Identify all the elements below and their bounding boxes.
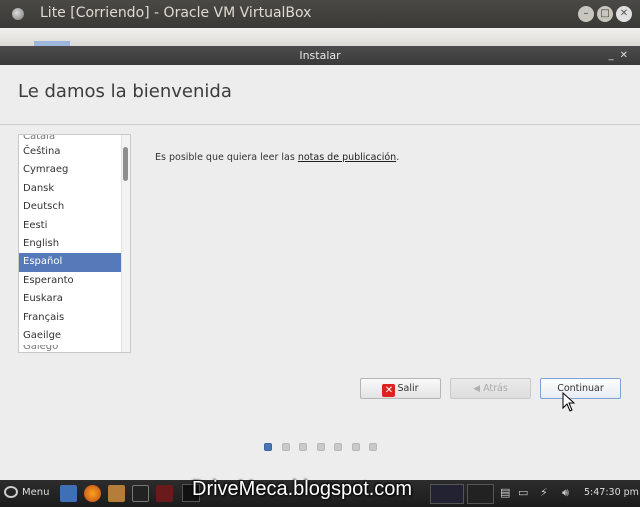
close-icon[interactable]: ✕ (616, 6, 632, 22)
language-item[interactable]: Dansk (19, 180, 130, 198)
progress-dot (369, 443, 377, 451)
menu-logo-icon (4, 486, 18, 498)
release-note-text: Es posible que quiera leer las (155, 152, 298, 163)
terminal-icon[interactable] (132, 485, 149, 502)
page-title: Le damos la bienvenida (18, 81, 232, 102)
language-item[interactable]: Euskara (19, 290, 130, 308)
network-icon[interactable]: ⚡ (540, 486, 548, 499)
installer-header: Le damos la bienvenida (0, 65, 640, 125)
minimize-icon[interactable]: – (578, 6, 594, 22)
installer-titlebar: Instalar _✕ (0, 46, 640, 65)
quit-button[interactable]: ✕ Salir (360, 378, 441, 399)
installer-window: Instalar _✕ Le damos la bienvenida Catal… (0, 46, 640, 480)
release-notes-link[interactable]: notas de publicación (298, 152, 396, 163)
menu-label: Menu (22, 487, 50, 498)
desktop-icon[interactable] (60, 485, 77, 502)
language-item[interactable]: Čeština (19, 143, 130, 161)
language-item[interactable]: Español (19, 253, 130, 272)
taskbar-window-installer[interactable] (430, 484, 464, 504)
file-manager-icon[interactable] (108, 485, 125, 502)
release-note-suffix: . (396, 152, 400, 163)
host-titlebar: Lite [Corriendo] - Oracle VM VirtualBox … (0, 0, 640, 28)
language-item[interactable]: Català (19, 135, 130, 143)
guest-desktop (0, 28, 640, 46)
language-list[interactable]: Català Čeština Cymraeg Dansk Deutsch Eesti Eng… (18, 134, 131, 353)
app-icon[interactable] (156, 485, 173, 502)
installer-window-controls[interactable]: _✕ (609, 46, 634, 65)
maximize-icon[interactable]: □ (597, 6, 613, 22)
language-list-scrollbar[interactable] (121, 135, 130, 352)
installer-window-title: Instalar (299, 49, 341, 62)
progress-dot (299, 443, 307, 451)
quit-label: Salir (397, 383, 419, 394)
keyboard-icon[interactable]: ▤ (500, 486, 510, 499)
quit-icon: ✕ (382, 384, 396, 397)
virtualbox-icon (12, 8, 24, 20)
progress-dot (316, 443, 325, 451)
watermark: DriveMeca.blogspot.com (192, 478, 413, 500)
firefox-icon[interactable] (84, 485, 101, 502)
language-item[interactable]: Français (19, 309, 130, 327)
continue-button[interactable]: Continuar (540, 378, 621, 399)
language-item[interactable]: Esperanto (19, 272, 130, 290)
host-window-title: Lite [Corriendo] - Oracle VM VirtualBox (40, 5, 312, 21)
menu-button[interactable]: Menu (4, 486, 49, 498)
language-item[interactable]: Cymraeg (19, 161, 130, 179)
language-item[interactable]: Eesti (19, 217, 130, 235)
language-item[interactable]: Gaeilge (19, 327, 130, 345)
progress-dot (264, 443, 272, 451)
progress-dot (351, 443, 360, 451)
taskbar-window-other[interactable] (467, 484, 494, 504)
back-label: Atrás (483, 383, 508, 394)
language-item[interactable]: Deutsch (19, 198, 130, 216)
language-item[interactable]: English (19, 235, 130, 253)
scrollbar-thumb[interactable] (123, 147, 128, 181)
volume-icon[interactable]: 🔊︎ (562, 486, 569, 500)
progress-dot (281, 443, 290, 451)
progress-dot (334, 443, 342, 451)
clock[interactable]: 5:47:30 pm (584, 487, 639, 498)
back-arrow-icon: ◀ (473, 384, 481, 394)
back-button[interactable]: ◀ Atrás (450, 378, 531, 399)
language-item[interactable]: Galego (19, 345, 130, 352)
battery-icon[interactable]: ▭ (518, 486, 528, 499)
release-note: Es posible que quiera leer las notas de … (155, 152, 399, 163)
